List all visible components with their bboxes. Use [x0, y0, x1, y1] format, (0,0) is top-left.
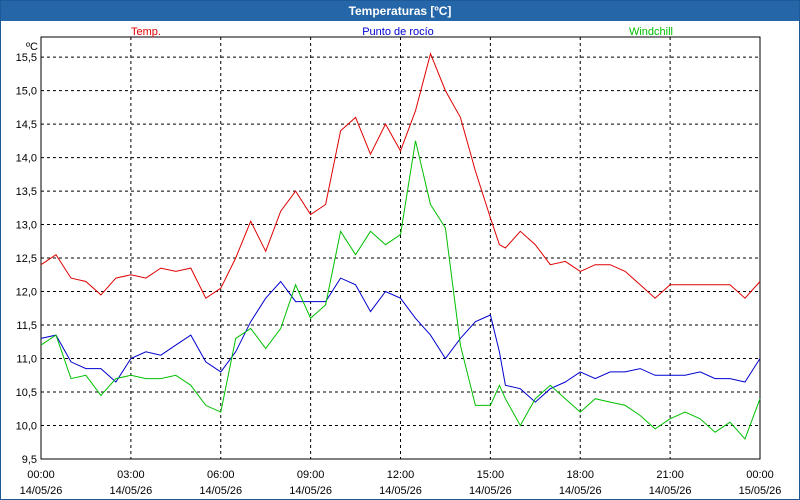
y-tick-label: 13,0 [16, 220, 37, 232]
x-tick-date: 14/05/26 [289, 485, 332, 497]
y-axis: 9,5 10,0 10,5 11,0 11,5 12,0 12,5 13,0 13,5 14,0 1… [16, 52, 37, 466]
x-tick-date: 14/05/26 [649, 485, 692, 497]
y-tick-label: 12,5 [16, 253, 37, 265]
legend-entry: Punto de rocío [362, 26, 434, 38]
x-tick-time: 09:00 [297, 469, 325, 481]
x-tick-time: 00:00 [27, 469, 55, 481]
y-tick-label: 15,0 [16, 86, 37, 98]
x-tick-date: 14/05/26 [199, 485, 242, 497]
x-tick-time: 06:00 [207, 469, 235, 481]
x-tick-time: 03:00 [117, 469, 145, 481]
x-tick-date: 14/05/26 [379, 485, 422, 497]
y-tick-label: 10,5 [16, 387, 37, 399]
x-tick-time: 18:00 [566, 469, 594, 481]
x-tick-time: 21:00 [656, 469, 684, 481]
y-tick-label: 10,0 [16, 421, 37, 433]
legend-entry: Windchill [629, 26, 673, 38]
y-tick-label: 14,0 [16, 153, 37, 165]
x-axis: 00:00 14/05/26 03:00 14/05/26 06:00 14/05/26 0… [20, 469, 782, 497]
y-tick-label: 9,5 [22, 454, 37, 466]
y-tick-label: 15,5 [16, 52, 37, 64]
x-tick-time: 15:00 [477, 469, 505, 481]
legend: Temp. Punto de rocío Windchill [131, 26, 673, 38]
y-tick-label: 14,5 [16, 119, 37, 131]
y-tick-label: 13,5 [16, 186, 37, 198]
temperature-chart: 9,5 10,0 10,5 11,0 11,5 12,0 12,5 13,0 13,5 14,0 1… [16, 26, 782, 497]
x-tick-date: 15/05/26 [739, 485, 782, 497]
x-tick-date: 14/05/26 [20, 485, 63, 497]
x-tick-date: 14/05/26 [559, 485, 602, 497]
y-tick-label: 11,0 [16, 354, 37, 366]
y-axis-unit-label: ºC [26, 41, 38, 53]
y-tick-label: 11,5 [16, 320, 37, 332]
y-tick-label: 12,0 [16, 287, 37, 299]
x-tick-date: 14/05/26 [109, 485, 152, 497]
x-tick-time: 00:00 [746, 469, 774, 481]
x-tick-time: 12:00 [387, 469, 415, 481]
legend-entry: Temp. [131, 26, 161, 38]
x-tick-date: 14/05/26 [469, 485, 512, 497]
